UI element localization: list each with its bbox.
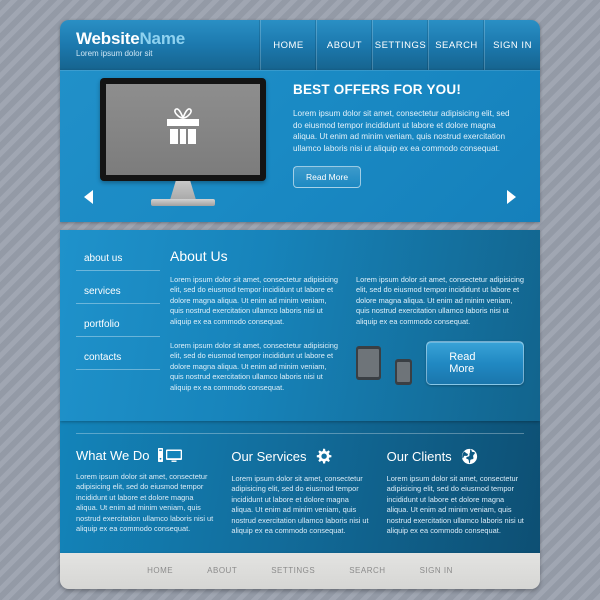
- feature-header: Our Services: [231, 448, 368, 465]
- sidebar-item-services[interactable]: services: [76, 281, 160, 304]
- feature-our-services: Our Services Lorem ipsum dolor sit amet,…: [231, 448, 369, 536]
- hero-title: BEST OFFERS FOR YOU!: [293, 82, 462, 97]
- feature-header: Our Clients: [387, 448, 524, 465]
- monitor-bezel: [100, 78, 266, 181]
- about-columns: Lorem ipsum dolor sit amet, consectetur …: [170, 275, 524, 407]
- about-content: About Us Lorem ipsum dolor sit amet, con…: [160, 248, 540, 407]
- about-column-left: Lorem ipsum dolor sit amet, consectetur …: [170, 275, 338, 407]
- about-section: about us services portfolio contacts Abo…: [60, 230, 540, 422]
- hero-read-more-button[interactable]: Read More: [293, 166, 362, 189]
- monitor-illustration: [88, 78, 278, 214]
- nav-item-signin[interactable]: SIGN IN: [484, 20, 540, 70]
- monitor-neck: [170, 181, 196, 200]
- footer-item-settings[interactable]: SETTINGS: [271, 566, 315, 575]
- hero-banner: BEST OFFERS FOR YOU! Lorem ipsum dolor s…: [60, 70, 540, 222]
- features-section: What We Do Lorem ipsum dolor sit amet, c…: [60, 421, 540, 553]
- about-read-more-button[interactable]: Read More: [426, 341, 524, 386]
- feature-our-clients: Our Clients Lorem ipsum dolor sit amet, …: [387, 448, 524, 536]
- about-column-right: Lorem ipsum dolor sit amet, consectetur …: [356, 275, 524, 407]
- site-footer: HOME ABOUT SETTINGS SEARCH SIGN IN: [60, 552, 540, 589]
- footer-item-about[interactable]: ABOUT: [207, 566, 237, 575]
- logo[interactable]: WebsiteName Lorem ipsum dolor sit: [60, 20, 260, 70]
- feature-what-we-do: What We Do Lorem ipsum dolor sit amet, c…: [76, 448, 213, 536]
- footer-item-signin[interactable]: SIGN IN: [420, 566, 453, 575]
- nav-item-settings[interactable]: SETTINGS: [372, 20, 428, 70]
- logo-title-main: Website: [76, 29, 140, 48]
- features-divider: [76, 433, 524, 435]
- feature-header: What We Do: [76, 448, 213, 463]
- tablet-screen: [358, 349, 379, 378]
- about-paragraph: Lorem ipsum dolor sit amet, consectetur …: [170, 275, 339, 326]
- sidebar-item-contacts[interactable]: contacts: [76, 347, 160, 370]
- feature-title: What We Do: [76, 448, 150, 464]
- phone-screen: [396, 362, 411, 383]
- main-navigation: HOME ABOUT SETTINGS SEARCH SIGN IN: [260, 20, 540, 70]
- logo-title-accent: Name: [139, 29, 185, 48]
- nav-item-search[interactable]: SEARCH: [428, 20, 484, 70]
- gear-icon: [315, 448, 332, 465]
- monitor-display: [106, 84, 260, 175]
- feature-body: Lorem ipsum dolor sit amet, consectetur …: [231, 474, 369, 536]
- arrow-right-icon[interactable]: [507, 190, 516, 204]
- logo-tagline: Lorem ipsum dolor sit: [76, 49, 153, 58]
- features-columns: What We Do Lorem ipsum dolor sit amet, c…: [76, 448, 524, 536]
- feature-title: Our Services: [231, 449, 307, 465]
- gift-box-icon: [160, 105, 206, 154]
- about-sidebar: about us services portfolio contacts: [60, 248, 160, 407]
- feature-body: Lorem ipsum dolor sit amet, consectetur …: [386, 474, 524, 536]
- phone-icon: [394, 359, 413, 386]
- logo-title: WebsiteName: [76, 29, 260, 48]
- monitor-base: [151, 199, 215, 206]
- feature-body: Lorem ipsum dolor sit amet, consectetur …: [76, 472, 214, 534]
- about-paragraph: Lorem ipsum dolor sit amet, consectetur …: [170, 341, 339, 392]
- tablet-icon: [356, 346, 381, 381]
- footer-item-home[interactable]: HOME: [147, 566, 173, 575]
- website-mockup: WebsiteName Lorem ipsum dolor sit HOME A…: [60, 20, 540, 589]
- sidebar-item-about-us[interactable]: about us: [76, 248, 160, 271]
- sidebar-item-portfolio[interactable]: portfolio: [76, 314, 160, 337]
- devices-and-cta: Read More: [356, 341, 524, 386]
- footer-item-search[interactable]: SEARCH: [349, 566, 385, 575]
- nav-item-about[interactable]: ABOUT: [316, 20, 372, 70]
- hero-body: Lorem ipsum dolor sit amet, consectetur …: [293, 109, 510, 153]
- feature-title: Our Clients: [386, 449, 452, 465]
- site-header: WebsiteName Lorem ipsum dolor sit HOME A…: [60, 20, 540, 70]
- hero-content: BEST OFFERS FOR YOU! Lorem ipsum dolor s…: [293, 82, 515, 189]
- nav-item-home[interactable]: HOME: [260, 20, 316, 70]
- desktop-computer-icon: [158, 448, 183, 463]
- globe-icon: [461, 448, 478, 465]
- about-title: About Us: [170, 248, 228, 264]
- about-paragraph: Lorem ipsum dolor sit amet, consectetur …: [356, 275, 525, 326]
- arrow-left-icon[interactable]: [84, 190, 93, 204]
